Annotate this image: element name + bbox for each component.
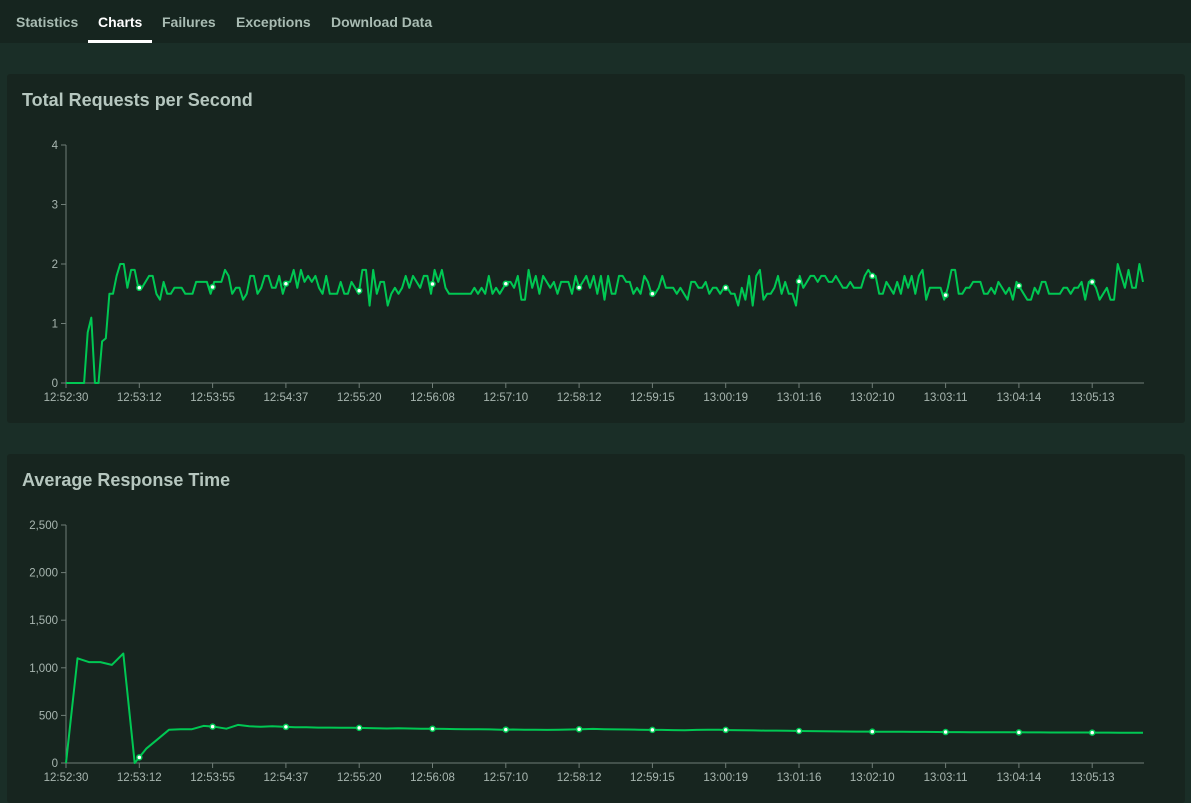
response-time-y-tick-label: 2,000 xyxy=(29,568,58,580)
rps-data-point-marker[interactable] xyxy=(942,291,949,299)
response-time-data-point-marker[interactable] xyxy=(575,726,583,733)
response-time-x-tick-label: 13:01:16 xyxy=(777,772,822,784)
rps-data-point-marker[interactable] xyxy=(649,290,656,297)
response-time-y-tick-label: 2,500 xyxy=(29,520,58,532)
rps-x-tick-label: 12:59:15 xyxy=(630,392,675,404)
tab-charts[interactable]: Charts xyxy=(98,14,142,30)
rps-y-tick-label: 4 xyxy=(52,140,59,152)
response-time-x-tick-label: 12:57:10 xyxy=(483,772,528,784)
response-time-y-tick-label: 0 xyxy=(52,758,58,770)
rps-x-tick-label: 13:05:13 xyxy=(1070,392,1115,404)
rps-y-tick-label: 3 xyxy=(52,200,58,212)
rps-y-tick-label: 0 xyxy=(52,378,58,390)
response-time-x-tick-label: 12:52:30 xyxy=(44,772,89,784)
tab-failures[interactable]: Failures xyxy=(162,14,216,30)
response-time-data-point-marker[interactable] xyxy=(209,723,216,730)
rps-x-tick-label: 13:00:19 xyxy=(703,392,748,404)
tab-statistics[interactable]: Statistics xyxy=(16,14,78,30)
response-time-data-point-marker[interactable] xyxy=(282,723,290,731)
rps-data-point-marker[interactable] xyxy=(502,280,510,287)
response-time-y-tick-label: 1,000 xyxy=(29,663,58,675)
tab-exceptions[interactable]: Exceptions xyxy=(236,14,311,30)
rps-data-point-marker[interactable] xyxy=(355,287,363,294)
rps-data-point-marker[interactable] xyxy=(869,272,876,280)
rps-x-tick-label: 13:03:11 xyxy=(924,392,968,404)
rps-data-point-marker[interactable] xyxy=(209,283,216,291)
response-time-data-point-marker[interactable] xyxy=(136,754,143,761)
response-time-x-tick-label: 12:53:12 xyxy=(117,772,162,784)
rps-x-tick-label: 13:01:16 xyxy=(777,392,822,404)
response-time-data-point-marker[interactable] xyxy=(869,728,876,735)
rps-data-point-marker[interactable] xyxy=(722,284,729,292)
response-time-x-tick-label: 13:00:19 xyxy=(703,772,748,784)
response-time-x-tick-label: 12:59:15 xyxy=(630,772,675,784)
tab-download-data[interactable]: Download Data xyxy=(331,14,432,30)
rps-y-tick-label: 2 xyxy=(52,259,58,271)
response-time-data-point-marker[interactable] xyxy=(1088,729,1096,736)
rps-data-point-marker[interactable] xyxy=(282,280,290,287)
rps-data-point-marker[interactable] xyxy=(575,284,583,291)
response-time-y-tick-label: 1,500 xyxy=(29,615,58,627)
response-time-x-tick-label: 12:56:08 xyxy=(410,772,455,784)
response-time-data-point-marker[interactable] xyxy=(795,727,803,735)
rps-data-point-marker[interactable] xyxy=(136,284,143,292)
response-time-data-point-marker[interactable] xyxy=(355,724,363,732)
rps-x-tick-label: 12:55:20 xyxy=(337,392,382,404)
rps-data-point-marker[interactable] xyxy=(429,280,436,288)
response-time-x-tick-label: 12:58:12 xyxy=(557,772,602,784)
response-time-x-tick-label: 12:54:37 xyxy=(264,772,309,784)
response-time-data-point-marker[interactable] xyxy=(649,726,656,734)
rps-x-tick-label: 12:53:55 xyxy=(190,392,235,404)
rps-x-tick-label: 13:02:10 xyxy=(850,392,895,404)
response-time-data-point-marker[interactable] xyxy=(429,725,436,732)
rps-data-point-marker[interactable] xyxy=(1015,282,1023,290)
response-time-x-tick-label: 12:55:20 xyxy=(337,772,382,784)
response-time-x-tick-label: 13:02:10 xyxy=(850,772,895,784)
rps-x-tick-label: 12:53:12 xyxy=(117,392,162,404)
rps-x-tick-label: 13:04:14 xyxy=(997,392,1042,404)
rps-x-tick-label: 12:56:08 xyxy=(410,392,455,404)
rps-x-tick-label: 12:57:10 xyxy=(483,392,528,404)
active-tab-indicator xyxy=(88,40,152,43)
rps-series-line xyxy=(66,263,1144,384)
response-time-x-tick-label: 12:53:55 xyxy=(190,772,235,784)
rps-x-tick-label: 12:52:30 xyxy=(44,392,89,404)
response-time-x-tick-label: 13:04:14 xyxy=(997,772,1042,784)
response-time-chart: 0 500 1,000 1,500 2,000 2,500 12:52:30 12:53:12… xyxy=(29,520,1144,784)
response-time-y-tick-label: 500 xyxy=(39,710,58,722)
response-time-data-point-marker[interactable] xyxy=(722,726,729,734)
rps-chart-panel: Total Requests per Second 0 1 2 3 4 12:52:30 1… xyxy=(7,74,1185,423)
response-time-series-line xyxy=(65,652,1143,764)
rps-y-tick-label: 1 xyxy=(52,319,58,331)
response-time-x-tick-label: 13:03:11 xyxy=(924,772,968,784)
tab-bar: Statistics Charts Failures Exceptions Do… xyxy=(0,0,1191,43)
response-time-x-tick-label: 13:05:13 xyxy=(1070,772,1115,784)
rps-chart: 0 1 2 3 4 12:52:30 12:53:12 12:53:55 12:54:37 12:… xyxy=(44,140,1144,404)
rps-data-point-marker[interactable] xyxy=(1088,278,1096,286)
response-time-data-point-marker[interactable] xyxy=(1015,729,1023,736)
rps-data-point-marker[interactable] xyxy=(795,278,803,285)
response-time-data-point-marker[interactable] xyxy=(942,728,949,736)
response-time-data-point-marker[interactable] xyxy=(502,726,510,733)
response-time-chart-panel: Average Response Time 0 500 1,000 1,500 2,00… xyxy=(7,454,1185,803)
rps-x-tick-label: 12:54:37 xyxy=(264,392,309,404)
rps-x-tick-label: 12:58:12 xyxy=(557,392,602,404)
